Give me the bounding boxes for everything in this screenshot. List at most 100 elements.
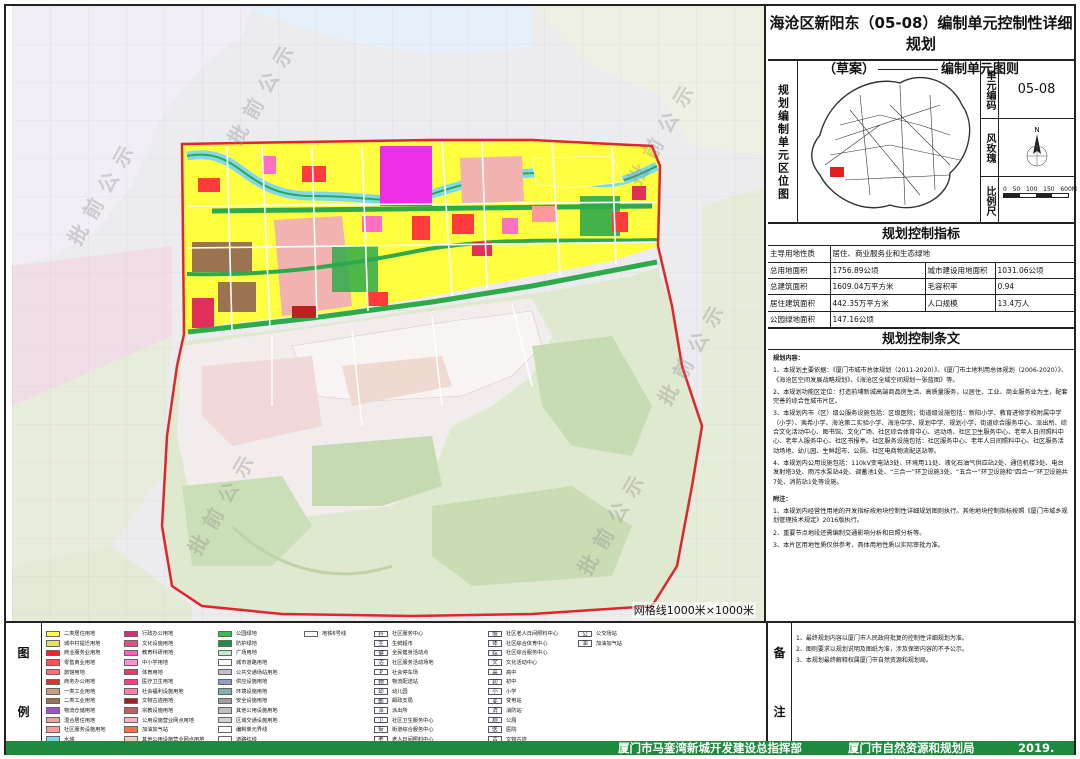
legend-label: 图例	[6, 623, 42, 741]
legend-swatch	[218, 716, 232, 724]
legend-item: 区域交通设施用地	[218, 715, 278, 725]
legend-item: 社会福利设施用地	[124, 687, 204, 697]
indicator-key: 总建筑面积	[768, 278, 831, 296]
legend-column: 公公交场站油加油加气站	[578, 629, 622, 648]
legend-item-label: 加油加气站	[142, 727, 168, 734]
legend-swatch	[46, 707, 60, 714]
legend-item: 消消防站	[488, 706, 558, 716]
legend-item: 宗教设施用地	[124, 706, 204, 716]
legend-swatch	[218, 640, 232, 647]
legend-item-label: 混合居住用地	[64, 717, 96, 724]
clauses-text: 规划内容： 1、本规划主要依据：《厦门市城市总体规划（2011-2020）》、《…	[768, 350, 1074, 557]
legend-symbol-icon: 油	[578, 640, 592, 647]
indicator-key: 毛容积率	[925, 278, 996, 296]
legend-item-label: 街道综合服务中心	[392, 727, 434, 734]
legend-symbol-icon: 卫	[374, 716, 388, 724]
legend-swatch	[46, 726, 60, 733]
legend-item-label: 社会停车场	[392, 669, 418, 676]
locator-side: 单元编码 05-08 风玫瑰 N 比例尺 0 50 100 150 600M	[980, 61, 1077, 224]
legend-symbol-icon: 综	[488, 649, 502, 657]
legend-item-label: 全民健身活动点	[392, 650, 429, 657]
legend-item: 城市道路用地	[218, 658, 278, 668]
footer-org-2: 厦门市自然资源和规划局	[848, 741, 975, 755]
legend-item: 防护绿地	[218, 639, 278, 649]
legend-item: 体社区综合体育中心	[488, 639, 558, 649]
indicator-value: 13.4万人	[995, 294, 1074, 312]
legend-item-label: 编制单元界线	[236, 727, 268, 734]
legend-column: 公园绿地 防护绿地 广场用地 城市道路用地 公共交通场站用地 供应设施用地 环境设施用地 安全…	[218, 629, 278, 754]
legend-item-label: 文化设施用地	[142, 640, 174, 647]
legend-swatch	[218, 630, 232, 638]
legend-symbol-icon: 变	[488, 697, 502, 705]
legend-item-label: 物流配送站	[392, 679, 418, 686]
legend-item: 厕公厕	[488, 715, 558, 725]
legend-column: 地铁6号线	[304, 629, 346, 639]
legend-swatch	[124, 630, 138, 638]
legend-item-label: 公园绿地	[236, 631, 257, 638]
land-use-map[interactable]: 批前公示 批前公示 批前公示 批前公示 批前公示 批前公示 网格线1000米×1…	[12, 6, 766, 621]
plan-sheet: 批前公示 批前公示 批前公示 批前公示 批前公示 批前公示 网格线1000米×1…	[4, 4, 1077, 759]
clause-item: 4、本规划内公用设施包括：110kV变电站3处、环境用11处、液化石油气供应站2…	[773, 459, 1068, 486]
legend-swatch	[218, 688, 232, 695]
legend-symbol-icon: 生	[374, 640, 388, 647]
legend-item-label: 生鲜超市	[392, 640, 413, 647]
footer-bar: 厦门市马銮湾新城开发建设总指挥部 厦门市自然资源和规划局 2019. 10	[6, 741, 1074, 759]
legend-item-label: 环境设施用地	[236, 688, 268, 695]
legend-item: 文物古迹用地	[124, 696, 204, 706]
indicator-key: 总用地面积	[768, 262, 831, 280]
indicator-value: 居住、商业服务业和生态绿地	[830, 246, 1074, 263]
legend-symbol-icon: 社	[374, 630, 388, 638]
legend-swatch	[124, 726, 138, 733]
legend-item: 商业服务业用地	[46, 648, 106, 658]
legend-symbol-icon: 活	[374, 659, 388, 666]
info-panel: 海沧区新阳东（05-08）编制单元控制性详细规划 （草案） 编制单元图则 规划编制…	[768, 6, 1077, 621]
legend-item-label: 零售商业用地	[64, 660, 96, 667]
locator-map[interactable]	[800, 65, 978, 220]
legend-item: 零售商业用地	[46, 658, 106, 668]
legend-swatch	[218, 697, 232, 705]
indicator-row: 主导用地性质 居住、商业服务业和生态绿地	[768, 246, 1074, 263]
legend-symbol-icon: 消	[488, 707, 502, 714]
legend-item-label: 行政办公用地	[142, 631, 174, 638]
legend-item: 安全设施用地	[218, 696, 278, 706]
legend-item-label: 公共交通场站用地	[236, 669, 278, 676]
legend-column: 行政办公用地 文化设施用地 教育科研用地 中小学用地 体育用地 医疗卫生用地 社会福利设施用…	[124, 629, 204, 744]
legend-item: 旅馆用地	[46, 667, 106, 677]
legend-swatch	[218, 668, 232, 676]
unit-code-label: 单元编码	[981, 61, 999, 118]
legend-swatch	[124, 716, 138, 724]
legend-item-label: 供应设施用地	[236, 679, 268, 686]
indicator-row: 总用地面积 1756.89公顷 城市建设用地面积 1031.06公顷	[768, 262, 1074, 280]
legend-item: 健全民健身活动点	[374, 648, 434, 658]
legend-swatch	[46, 630, 60, 638]
legend-item-label: 社区综合服务中心	[506, 650, 548, 657]
indicator-key: 主导用地性质	[768, 246, 831, 263]
legend-item: 混合居住用地	[46, 715, 106, 725]
legend-column: 照社区老人日间照料中心体社区综合体育中心综社区综合服务中心文文化活动中心高高中初…	[488, 629, 558, 754]
legend-item: 公共交通场站用地	[218, 667, 278, 677]
legend-swatch	[218, 678, 232, 686]
legend-item: 公用设施营业网点用地	[124, 715, 204, 725]
remarks-heading: 附注：	[773, 495, 792, 503]
legend-item: 派派出所	[374, 706, 434, 716]
legend-item: 公园绿地	[218, 629, 278, 639]
remark-item: 3、本片区用地性质仅供参考，具体用地性质以实际审批为准。	[773, 542, 944, 550]
legend-block: 图例 二类居住用地 城中村提迁用地 商业服务业用地 零售商业用地 旅馆用地 商务办公用地一…	[6, 621, 1074, 753]
indicator-value: 0.94	[995, 278, 1074, 296]
legend-swatch	[218, 707, 232, 714]
legend-item-label: 幼儿园	[392, 688, 408, 695]
note-item: 1、最终规划内容以厦门市人民政府批复的控制性详细规划为准。	[796, 635, 968, 642]
legend-item: 街街道综合服务中心	[374, 725, 434, 735]
legend-symbol-icon: 高	[488, 668, 502, 676]
legend-item-label: 文化活动中心	[506, 660, 538, 667]
note-item: 2、图则要求以规划说明及图纸为准，涉及保密内容的不予公示。	[796, 646, 968, 653]
indicator-value: 1609.04万平方米	[830, 278, 926, 296]
legend-item: 高高中	[488, 667, 558, 677]
legend-item: 公公交场站	[578, 629, 622, 639]
plan-title: 海沧区新阳东（05-08）编制单元控制性详细规划	[769, 14, 1073, 53]
legend-item: 邮邮政支局	[374, 696, 434, 706]
legend-item: 医疗卫生用地	[124, 677, 204, 687]
legend-item-label: 社区服务中心	[392, 631, 424, 638]
legend-item: 其他公用设施用地	[218, 706, 278, 716]
legend-item-label: 二类工业用地	[64, 698, 96, 705]
